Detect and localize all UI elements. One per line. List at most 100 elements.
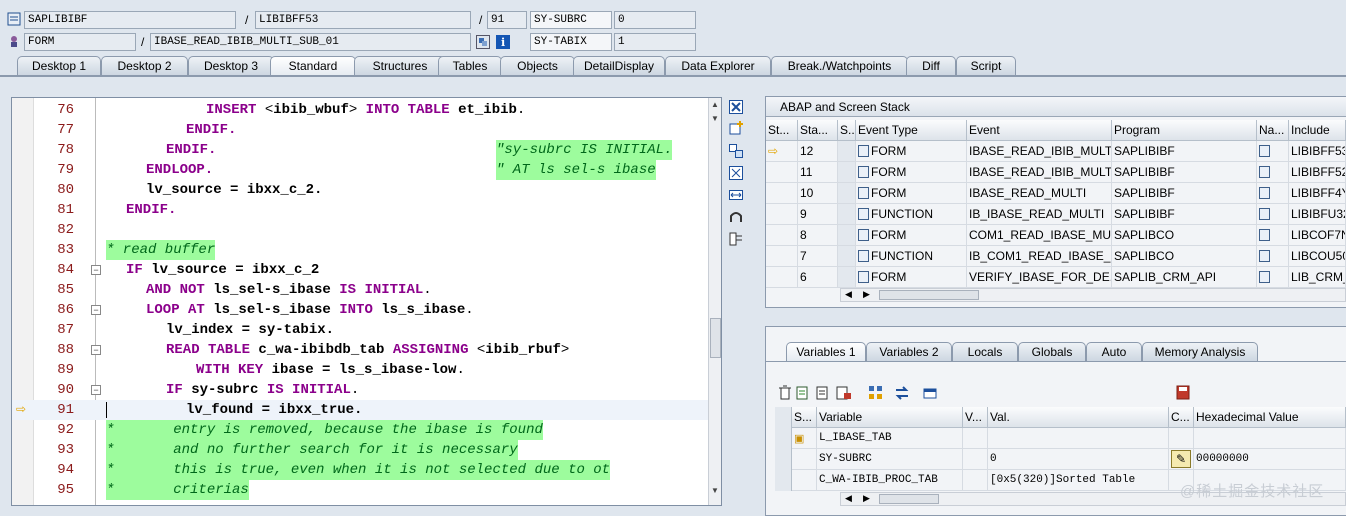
navigate-source-icon[interactable] (1259, 166, 1270, 178)
stack-include[interactable]: LIBIBFF53 (1289, 141, 1346, 162)
swap-tool-icon[interactable] (728, 144, 744, 160)
stack-active-cell[interactable] (766, 183, 798, 204)
close-icon[interactable] (728, 100, 744, 116)
scroll-thumb[interactable] (879, 494, 939, 504)
stack-type[interactable]: FORM (856, 267, 967, 288)
scroll-left-icon[interactable]: ◀ (845, 289, 852, 300)
stack-nav-cell[interactable] (1257, 183, 1289, 204)
field1-name-input[interactable]: SY-SUBRC (530, 11, 612, 29)
stack-program[interactable]: SAPLIBIBF (1112, 162, 1257, 183)
services-icon[interactable] (728, 210, 744, 226)
navigate-icon[interactable] (476, 35, 490, 49)
stack-row-selector[interactable] (838, 225, 856, 246)
tab-memory-analysis[interactable]: Memory Analysis (1142, 342, 1258, 362)
stack-event[interactable]: IB_IBASE_READ_MULTI (967, 204, 1112, 225)
edit-pencil-icon[interactable]: ✎ (1171, 450, 1191, 468)
stack-include[interactable]: LIBCOF7N (1289, 225, 1346, 246)
stack-program[interactable]: SAPLIBIBF (1112, 183, 1257, 204)
stack-event[interactable]: VERIFY_IBASE_FOR_DE... (967, 267, 1112, 288)
tab-desktop-1[interactable]: Desktop 1 (17, 56, 101, 76)
transfer-icon[interactable] (894, 385, 910, 404)
window-icon[interactable] (922, 385, 938, 404)
tab-standard[interactable]: Standard (270, 56, 356, 77)
navigate-source-icon[interactable] (1259, 187, 1270, 199)
var-name[interactable]: L_IBASE_TAB (817, 428, 963, 449)
stack-nav-cell[interactable] (1257, 204, 1289, 225)
var-value[interactable]: [0x5(320)]Sorted Table (988, 470, 1169, 491)
var-name[interactable]: C_WA-IBIB_PROC_TAB (817, 470, 963, 491)
scroll-right-icon[interactable]: ▶ (863, 289, 870, 300)
stack-level[interactable]: 7 (798, 246, 838, 267)
tab-data-explorer[interactable]: Data Explorer (665, 56, 771, 76)
save-icon[interactable] (1176, 385, 1190, 404)
stack-type[interactable]: FORM (856, 225, 967, 246)
stack-active-cell[interactable] (766, 162, 798, 183)
stack-program[interactable]: SAPLIB_CRM_API (1112, 267, 1257, 288)
col-header[interactable]: Sta... (798, 120, 838, 141)
col-header[interactable]: Variable (817, 407, 963, 428)
save-vars-icon[interactable] (816, 385, 830, 404)
stack-active-cell[interactable] (766, 225, 798, 246)
editor-scrollbar[interactable]: ▲ ▼ ▼ (708, 98, 721, 505)
fold-toggle[interactable]: − (91, 345, 101, 355)
tab-structures[interactable]: Structures (354, 56, 446, 76)
delete-icon[interactable] (778, 385, 792, 404)
stack-event[interactable]: IBASE_READ_IBIB_MULT... (967, 141, 1112, 162)
stack-nav-cell[interactable] (1257, 162, 1289, 183)
var-name[interactable]: SY-SUBRC (817, 449, 963, 470)
stack-row-selector[interactable] (838, 246, 856, 267)
navigate-source-icon[interactable] (1259, 250, 1270, 262)
new-tool-icon[interactable] (728, 121, 744, 137)
tab-locals[interactable]: Locals (952, 342, 1018, 362)
settings-icon[interactable] (728, 232, 744, 248)
tab-script[interactable]: Script (956, 56, 1016, 76)
stack-row-selector[interactable] (838, 204, 856, 225)
navigate-source-icon[interactable] (1259, 208, 1270, 220)
stack-level[interactable]: 9 (798, 204, 838, 225)
stack-program[interactable]: SAPLIBIBF (1112, 141, 1257, 162)
tab-breakpoints[interactable]: Break./Watchpoints (771, 56, 908, 76)
col-header[interactable]: Event Type (856, 120, 967, 141)
stack-active-cell[interactable]: ⇨ (766, 141, 798, 162)
stack-event[interactable]: IBASE_READ_MULTI (967, 183, 1112, 204)
tab-variables-2[interactable]: Variables 2 (866, 342, 952, 362)
stack-type[interactable]: FORM (856, 162, 967, 183)
col-header[interactable]: St... (766, 120, 798, 141)
tab-tables[interactable]: Tables (438, 56, 502, 76)
stack-row-selector[interactable] (838, 183, 856, 204)
stack-event[interactable]: COM1_READ_IBASE_MU... (967, 225, 1112, 246)
stack-nav-cell[interactable] (1257, 141, 1289, 162)
navigate-source-icon[interactable] (1259, 271, 1270, 283)
stack-nav-cell[interactable] (1257, 246, 1289, 267)
tab-diff[interactable]: Diff (906, 56, 956, 76)
stack-nav-cell[interactable] (1257, 225, 1289, 246)
scroll-down-icon[interactable]: ▼ (711, 486, 719, 495)
scroll-right-icon[interactable]: ▶ (863, 493, 870, 504)
scroll-up-icon[interactable]: ▲ (711, 100, 719, 109)
import-icon[interactable] (796, 385, 810, 404)
stack-row-selector[interactable] (838, 141, 856, 162)
navigate-source-icon[interactable] (1259, 229, 1270, 241)
stack-active-cell[interactable] (766, 246, 798, 267)
stack-level[interactable]: 8 (798, 225, 838, 246)
scroll-up-icon[interactable]: ▼ (711, 114, 719, 123)
stack-include[interactable]: LIBIBFF52 (1289, 162, 1346, 183)
col-header[interactable]: Val. (988, 407, 1169, 428)
col-header[interactable]: C... (1169, 407, 1194, 428)
stack-program[interactable]: SAPLIBCO (1112, 225, 1257, 246)
code-editor[interactable]: 76 INSERT <ibib_wbuf> INTO TABLE et_ibib… (11, 97, 722, 506)
stack-include[interactable]: LIBIBFF4Y (1289, 183, 1346, 204)
stack-active-cell[interactable] (766, 204, 798, 225)
tab-variables-1[interactable]: Variables 1 (786, 342, 866, 362)
var-value[interactable] (988, 428, 1169, 449)
stack-level[interactable]: 11 (798, 162, 838, 183)
stack-hscroll[interactable]: ◀ ▶ (840, 288, 1346, 302)
scroll-thumb[interactable] (710, 318, 721, 358)
scroll-left-icon[interactable]: ◀ (845, 493, 852, 504)
tab-detaildisplay[interactable]: DetailDisplay (573, 56, 665, 76)
field2-name-input[interactable]: SY-TABIX (530, 33, 612, 51)
fold-toggle[interactable]: − (91, 385, 101, 395)
stack-include[interactable]: LIBCOU50 (1289, 246, 1346, 267)
stack-level[interactable]: 12 (798, 141, 838, 162)
col-header[interactable]: Hexadecimal Value (1194, 407, 1346, 428)
